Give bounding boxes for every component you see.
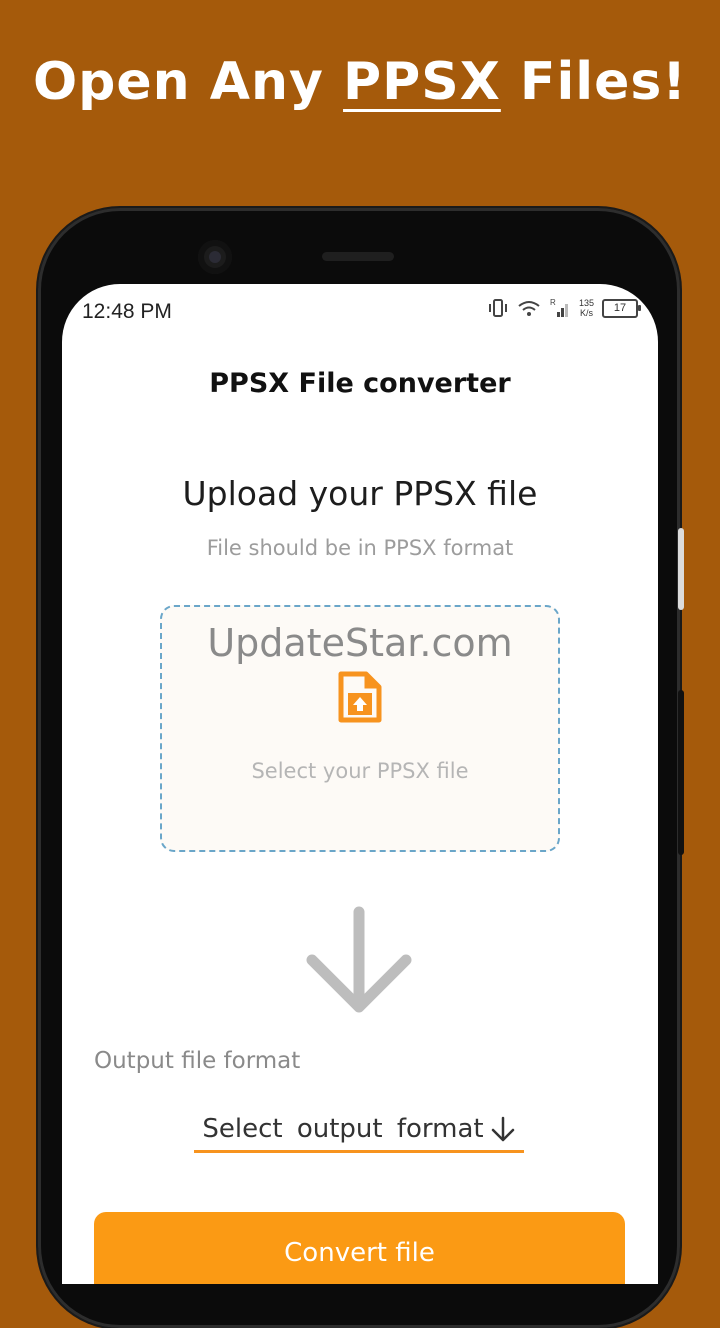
net-speed-value: 135 bbox=[578, 298, 594, 308]
vibrate-icon bbox=[488, 299, 507, 317]
network-speed: 135 K/s bbox=[579, 298, 594, 318]
app-title: PPSX File converter bbox=[209, 368, 511, 399]
file-dropzone[interactable]: UpdateStar.com Select your PPSX file bbox=[160, 605, 560, 852]
front-camera bbox=[198, 240, 232, 274]
earpiece-speaker bbox=[322, 252, 394, 261]
battery-icon: 17 bbox=[602, 298, 641, 318]
signal-icon: R bbox=[550, 298, 568, 317]
status-time: 12:48 PM bbox=[82, 300, 172, 323]
chevron-down-icon bbox=[491, 1116, 514, 1142]
arrow-down-icon bbox=[306, 906, 412, 1013]
svg-text:R: R bbox=[550, 298, 556, 307]
banner-highlight: PPSX bbox=[343, 52, 501, 112]
file-upload-icon bbox=[338, 671, 382, 723]
battery-level: 17 bbox=[613, 302, 627, 314]
banner-suffix: Files! bbox=[519, 52, 688, 112]
phone-side-button bbox=[678, 528, 684, 610]
output-format-label: Output file format bbox=[94, 1048, 301, 1074]
banner-prefix: Open Any bbox=[32, 52, 324, 112]
phone-power-button bbox=[678, 690, 684, 855]
app-screen: 12:48 PM R 135 K/s 17 PPSX File converte… bbox=[62, 284, 658, 1284]
convert-button[interactable]: Convert file bbox=[94, 1212, 625, 1284]
banner-headline: Open Any PPSX Files! bbox=[0, 52, 720, 112]
status-icons: R 135 K/s 17 bbox=[487, 298, 641, 318]
wifi-icon bbox=[518, 301, 540, 316]
dropzone-label: Select your PPSX file bbox=[251, 759, 469, 783]
convert-button-label: Convert file bbox=[284, 1238, 435, 1268]
net-speed-unit: K/s bbox=[579, 308, 593, 318]
output-format-select[interactable]: Select output format bbox=[194, 1108, 524, 1153]
upload-subtitle: File should be in PPSX format bbox=[206, 536, 514, 560]
watermark: UpdateStar.com bbox=[207, 621, 513, 665]
output-format-value: Select output format bbox=[202, 1114, 484, 1144]
upload-title: Upload your PPSX file bbox=[182, 474, 538, 513]
